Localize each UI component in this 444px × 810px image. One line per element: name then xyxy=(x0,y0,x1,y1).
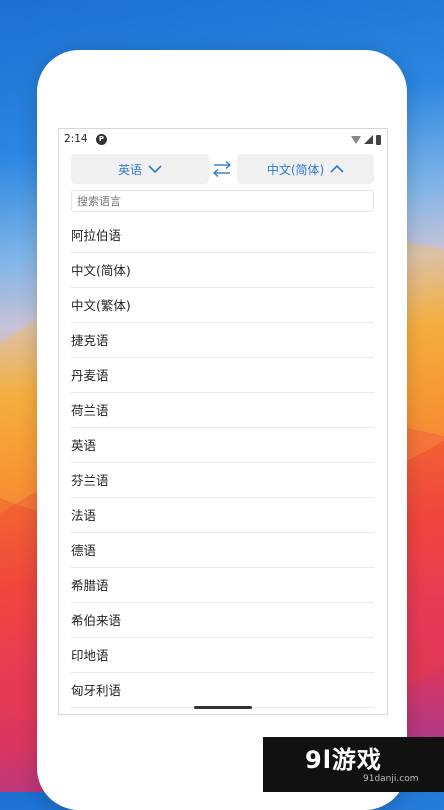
app-screen: 2:14 P 英语 中文(简体) 阿拉伯语 中文(简体) 中文(繁体) 捷克语 … xyxy=(58,128,388,715)
status-time: 2:14 xyxy=(64,133,88,145)
swap-arrows-icon[interactable] xyxy=(211,160,233,178)
target-language-button[interactable]: 中文(简体) xyxy=(237,154,374,184)
language-item-arabic[interactable]: 阿拉伯语 xyxy=(71,218,374,253)
language-item-chinese-traditional[interactable]: 中文(繁体) xyxy=(71,288,374,323)
target-language-label: 中文(简体) xyxy=(266,162,325,177)
language-item-danish[interactable]: 丹麦语 xyxy=(71,358,374,393)
language-item-german[interactable]: 德语 xyxy=(71,533,374,568)
language-item-french[interactable]: 法语 xyxy=(71,498,374,533)
status-bar: 2:14 P xyxy=(59,129,387,151)
language-item-greek[interactable]: 希腊语 xyxy=(71,568,374,603)
source-language-button[interactable]: 英语 xyxy=(71,154,209,184)
language-item-hebrew[interactable]: 希伯来语 xyxy=(71,603,374,638)
watermark-logo: 9l游戏 xyxy=(305,746,382,774)
signal-icon xyxy=(364,135,373,144)
chevron-down-icon xyxy=(148,165,162,174)
language-item-dutch[interactable]: 荷兰语 xyxy=(71,393,374,428)
battery-icon xyxy=(376,134,381,145)
language-item-czech[interactable]: 捷克语 xyxy=(71,323,374,358)
language-item-hungarian[interactable]: 匈牙利语 xyxy=(71,673,374,708)
language-item-finnish[interactable]: 芬兰语 xyxy=(71,463,374,498)
chevron-up-icon xyxy=(330,164,344,173)
watermark-url: 91danji.com xyxy=(363,774,419,784)
app-notification-icon: P xyxy=(96,134,107,145)
language-item-english[interactable]: 英语 xyxy=(71,428,374,463)
source-language-label: 英语 xyxy=(117,162,142,177)
system-icons xyxy=(351,134,381,145)
wifi-icon xyxy=(351,135,361,144)
home-indicator[interactable] xyxy=(194,706,252,709)
language-search-input[interactable] xyxy=(71,190,374,212)
language-item-hindi[interactable]: 印地语 xyxy=(71,638,374,673)
language-list: 阿拉伯语 中文(简体) 中文(繁体) 捷克语 丹麦语 荷兰语 英语 芬兰语 法语… xyxy=(71,218,374,708)
language-item-chinese-simplified[interactable]: 中文(简体) xyxy=(71,253,374,288)
